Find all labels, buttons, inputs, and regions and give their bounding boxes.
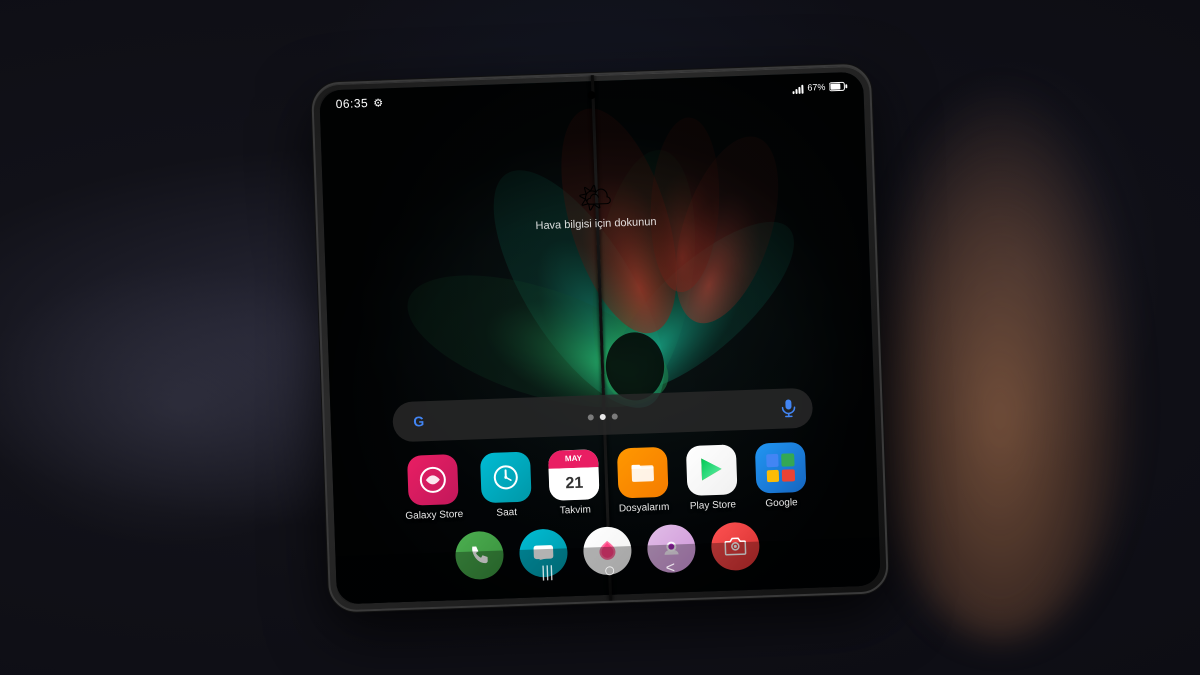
app-icon-takvim[interactable]: MAY 21 Takvim [548,449,600,517]
scene: 06:35 ⚙ 67% [0,0,1200,675]
app-icon-dosyalarim[interactable]: Dosyalarım [617,446,670,514]
google-grid [766,453,795,482]
nav-home[interactable]: ○ [603,559,616,582]
google-dot-2 [781,453,794,466]
weather-icon: 🌤 [534,178,656,215]
weather-widget[interactable]: 🌤 Hava bilgisi için dokunun [534,178,657,231]
cal-header: MAY [548,449,599,468]
dosyalarim-icon [617,446,669,498]
google-dot-3 [766,469,779,482]
play-store-icon [686,444,738,496]
camera-hole [587,91,595,99]
saat-icon [480,451,532,503]
hand-background [860,80,1140,640]
google-g-icon: G [406,408,431,433]
app-icon-google[interactable]: Google [754,441,806,509]
status-icons: 67% [792,80,847,94]
galaxy-store-icon [407,454,459,506]
mic-icon[interactable] [778,398,799,419]
takvim-label: Takvim [560,504,591,516]
google-icon [754,441,806,493]
saat-label: Saat [496,507,517,519]
google-dot-4 [782,468,795,481]
cal-date: 21 [549,466,600,500]
dosyalarim-label: Dosyalarım [619,501,670,514]
status-time: 06:35 [335,95,368,110]
battery-icon [829,81,847,92]
settings-icon: ⚙ [373,95,383,108]
battery-percent: 67% [807,81,825,92]
phone-body: 06:35 ⚙ 67% [311,63,889,612]
page-dot-2 [600,413,606,419]
app-icon-play-store[interactable]: Play Store [686,444,738,512]
google-dot-1 [766,453,779,466]
page-dot-1 [588,414,594,420]
phone-device: 06:35 ⚙ 67% [311,63,889,612]
galaxy-store-label: Galaxy Store [405,508,463,521]
app-icon-galaxy-store[interactable]: Galaxy Store [403,453,463,521]
page-dots [588,413,618,420]
signal-bars [792,81,803,93]
google-label: Google [765,497,798,509]
nav-recents[interactable]: ||| [541,563,554,581]
app-icon-saat[interactable]: Saat [480,451,532,519]
page-dot-3 [612,413,618,419]
play-store-label: Play Store [690,499,736,512]
nav-back[interactable]: < [665,559,675,577]
takvim-icon: MAY 21 [548,449,600,501]
